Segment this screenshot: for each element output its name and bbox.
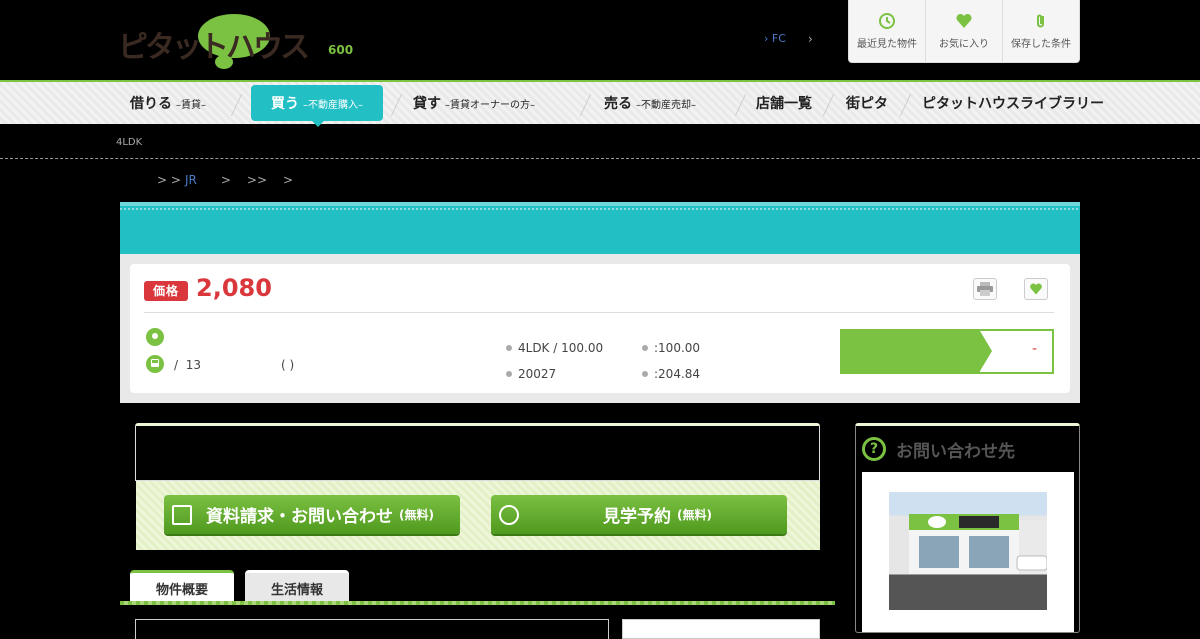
print-button[interactable] [973, 278, 997, 300]
divider [0, 158, 1200, 159]
access-minutes: 13 [185, 358, 201, 372]
main-nav: 借りる –賃貸– 貸す –賃貸オーナーの方– 売る –不動産売却– 店舗一覧 街ピタ … [0, 80, 1200, 124]
quick-links: 最近見た物件 お気に入り 保存した条件 [848, 0, 1080, 63]
spec-built: 20027 [506, 367, 556, 381]
spec-land-area: :204.84 [642, 367, 700, 381]
mail-icon [172, 504, 192, 525]
nav-lend-label: 貸す [413, 96, 441, 112]
nav-stores-label: 店舗一覧 [756, 96, 812, 112]
nav-rent-label: 借りる [130, 96, 172, 112]
breadcrumb-sep: >> [246, 173, 267, 187]
nav-rent-sub: –賃貸– [176, 99, 206, 111]
cta-green-block [842, 331, 980, 372]
property-title-bar [120, 202, 1080, 254]
visit-reservation-free: (無料) [677, 508, 712, 522]
overview-table [135, 619, 609, 639]
recent-viewed-button[interactable]: 最近見た物件 [849, 0, 926, 62]
train-icon [146, 355, 164, 373]
tab-living-info[interactable]: 生活情報 [245, 570, 349, 604]
floorplan-image[interactable] [622, 619, 820, 639]
nav-divider [734, 94, 756, 116]
nav-sell[interactable]: 売る –不動産売却– [604, 82, 696, 124]
header-number: 600 [328, 43, 354, 57]
divider [144, 312, 1054, 313]
fc-label: FC [771, 32, 786, 45]
nav-library[interactable]: ピタットハウスライブラリー [922, 82, 1104, 124]
heart-icon [956, 13, 972, 28]
nav-divider [230, 94, 252, 116]
visit-reservation-button[interactable]: 見学予約 (無料) [491, 495, 787, 534]
nav-lend-sub: –賃貸オーナーの方– [445, 99, 535, 111]
nav-sell-label: 売る [604, 96, 632, 112]
breadcrumb-sep: > [283, 173, 294, 187]
visit-reservation-label: 見学予約 [603, 507, 671, 527]
request-info-label: 資料請求・お問い合わせ [206, 507, 393, 527]
question-icon: ? [862, 437, 886, 461]
contact-panel-header [135, 423, 820, 481]
nav-divider [899, 94, 921, 116]
cta-text: - [1032, 341, 1038, 357]
nav-machipita[interactable]: 街ピタ [846, 82, 888, 124]
cta-arrow [980, 331, 992, 371]
printer-icon [977, 282, 993, 296]
contact-panel: 資料請求・お問い合わせ (無料) 見学予約 (無料) [136, 481, 820, 550]
nav-buy-sub: –不動産購入– [303, 99, 363, 111]
nav-stores[interactable]: 店舗一覧 [756, 82, 812, 124]
map-pin-icon [146, 328, 164, 346]
spec-building-area: :100.00 [642, 341, 700, 355]
nav-machipita-label: 街ピタ [846, 96, 888, 112]
saved-conditions-button[interactable]: 保存した条件 [1003, 0, 1079, 62]
nav-sell-sub: –不動産売却– [636, 99, 696, 111]
nav-divider [579, 94, 601, 116]
access-paren: ( ) [280, 358, 295, 372]
price-label: 価格 [144, 281, 188, 301]
price-value: 2,080 [196, 274, 272, 302]
recent-viewed-label: 最近見た物件 [857, 39, 917, 50]
store-photo[interactable] [889, 492, 1047, 610]
request-info-button[interactable]: 資料請求・お問い合わせ (無料) [164, 495, 460, 534]
saved-conditions-label: 保存した条件 [1011, 39, 1071, 50]
breadcrumb-link[interactable]: JR [185, 173, 197, 187]
nav-active-arrow [311, 120, 325, 127]
nav-divider [390, 94, 412, 116]
nav-buy[interactable]: 買う –不動産購入– [251, 85, 383, 121]
access-info: / 13 ( ) [174, 358, 294, 372]
property-summary: 価格 2,080 / 13 ( ) 4LDK / 100.00 :100.00 2… [120, 254, 1080, 403]
favorites-label: お気に入り [939, 39, 989, 50]
access-separator: / [174, 358, 179, 372]
heart-icon [1030, 283, 1042, 295]
nav-divider [822, 94, 844, 116]
spec-layout: 4LDK / 100.00 [506, 341, 603, 355]
request-info-free: (無料) [399, 508, 434, 522]
tab-underline [120, 601, 835, 605]
nav-lend[interactable]: 貸す –賃貸オーナーの方– [413, 82, 535, 124]
paperclip-icon [1037, 14, 1044, 28]
logo-text: ピタットハウス [118, 30, 310, 65]
clock-icon [499, 504, 519, 525]
breadcrumb-sep: > [220, 173, 231, 187]
chevron-right-icon[interactable]: › [808, 32, 813, 46]
sidebar-title: お問い合わせ先 [896, 442, 1015, 462]
favorite-button[interactable] [1024, 278, 1048, 300]
cta-button[interactable]: - [840, 329, 1054, 374]
nav-library-label: ピタットハウスライブラリー [922, 96, 1104, 112]
page-subtext: 4LDK [116, 137, 143, 148]
tab-overview[interactable]: 物件概要 [130, 570, 234, 604]
nav-rent[interactable]: 借りる –賃貸– [130, 82, 206, 124]
fc-link[interactable]: › FC [764, 32, 786, 45]
breadcrumb-prefix: > > [157, 173, 181, 187]
favorites-button[interactable]: お気に入り [926, 0, 1003, 62]
nav-buy-label: 買う [271, 96, 299, 112]
breadcrumb: > > JR > >> > [157, 173, 297, 187]
clock-icon [879, 13, 895, 29]
